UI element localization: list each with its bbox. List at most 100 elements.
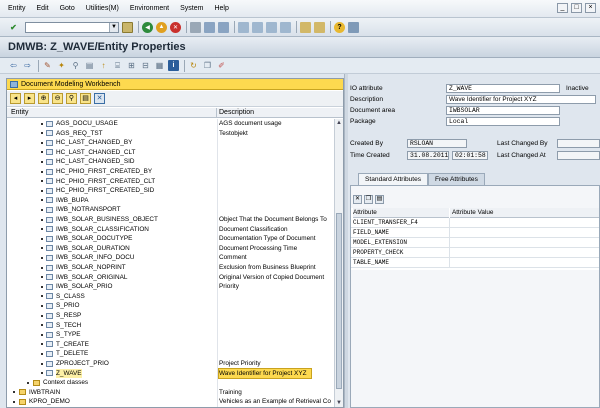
tree-scrollbar[interactable]: ▲ ▼: [334, 119, 343, 407]
menu-environment[interactable]: Environment: [130, 5, 169, 12]
tree-node-bullet-icon[interactable]: [41, 324, 43, 327]
find-next-icon[interactable]: [218, 21, 229, 33]
tree-node-bullet-icon[interactable]: [41, 343, 43, 346]
hierarchy-icon[interactable]: ⌸: [112, 60, 123, 71]
attribute-row[interactable]: MODEL_EXTENSION: [351, 238, 599, 248]
scroll-up-icon[interactable]: ▲: [335, 119, 343, 127]
tree-node-bullet-icon[interactable]: [41, 170, 43, 173]
info-icon[interactable]: i: [168, 60, 179, 71]
tab-standard-attributes[interactable]: Standard Attributes: [358, 173, 429, 185]
tree-row[interactable]: IWB_SOLAR_DURATION Document Processing Ti…: [7, 243, 333, 254]
package-field[interactable]: Local: [446, 117, 560, 126]
attribute-value-cell[interactable]: [452, 248, 597, 257]
description-field[interactable]: Wave Identifier for Project XYZ: [446, 95, 596, 104]
tree-node-bullet-icon[interactable]: [41, 180, 43, 183]
tree-row[interactable]: S_CLASS: [7, 291, 333, 302]
structure-icon[interactable]: ⊞: [126, 60, 137, 71]
copy-icon[interactable]: ❐: [202, 60, 213, 71]
menu-help[interactable]: Help: [214, 5, 228, 12]
tree-row[interactable]: IWB_SOLAR_BUSINESS_OBJECT Object That the…: [7, 215, 333, 225]
attribute-value-cell[interactable]: [452, 238, 597, 247]
help-icon[interactable]: ?: [334, 21, 345, 33]
scroll-down-icon[interactable]: ▼: [335, 399, 343, 407]
arrow-right-icon[interactable]: ⇨: [22, 60, 33, 71]
column-entity[interactable]: Entity: [11, 109, 29, 116]
tree-row[interactable]: S_RESP: [7, 311, 333, 321]
menu-goto[interactable]: Goto: [60, 5, 75, 12]
tree-row[interactable]: HC_PHIO_FIRST_CREATED_SID: [7, 186, 333, 196]
paste-icon[interactable]: ▤: [375, 195, 384, 204]
enter-icon[interactable]: ✔: [8, 22, 19, 33]
attribute-row[interactable]: CLIENT_TRANSFER_F4: [351, 218, 599, 228]
refresh-icon[interactable]: ↻: [188, 60, 199, 71]
tree-node-bullet-icon[interactable]: [13, 400, 15, 403]
tree-row[interactable]: AGS_REQ_TST Testobjekt: [7, 128, 333, 139]
tree-row[interactable]: IWB_SOLAR_NOPRINT Exclusion from Business…: [7, 263, 333, 273]
tree-node-bullet-icon[interactable]: [41, 141, 43, 144]
maximize-icon[interactable]: □: [571, 3, 582, 13]
attribute-row[interactable]: FIELD_NAME: [351, 228, 599, 238]
cancel-icon[interactable]: ✕: [170, 21, 181, 33]
tree-row[interactable]: KPRO_DEMO Vehicles as an Example of Retri…: [7, 397, 333, 407]
close-icon[interactable]: ✕: [94, 93, 105, 104]
tree-row[interactable]: HC_LAST_CHANGED_BY: [7, 138, 333, 148]
tree-node-bullet-icon[interactable]: [41, 276, 43, 279]
new-session-icon[interactable]: [300, 21, 311, 33]
tree-node-bullet-icon[interactable]: [41, 352, 43, 355]
attribute-row[interactable]: TABLE_NAME: [351, 258, 599, 268]
tree-node-bullet-icon[interactable]: [41, 199, 43, 202]
tree-row[interactable]: IWB_SOLAR_DOCUTYPE Documentation Type of …: [7, 234, 333, 244]
column-attribute[interactable]: Attribute: [353, 208, 449, 218]
shortcut-icon[interactable]: [314, 21, 325, 33]
tree-row[interactable]: HC_LAST_CHANGED_CLT: [7, 147, 333, 158]
save-icon[interactable]: [122, 21, 133, 33]
object-list-icon[interactable]: ▤: [84, 60, 95, 71]
tree-row[interactable]: S_TECH: [7, 320, 333, 331]
tree-node-bullet-icon[interactable]: [41, 132, 43, 135]
tree-node-bullet-icon[interactable]: [41, 237, 43, 240]
settings-icon[interactable]: ▦: [154, 60, 165, 71]
tree-node-bullet-icon[interactable]: [41, 295, 43, 298]
previous-page-icon[interactable]: [252, 21, 263, 33]
print-icon[interactable]: ▤: [80, 93, 91, 104]
exit-icon[interactable]: ▲: [156, 21, 167, 33]
tab-free-attributes[interactable]: Free Attributes: [428, 173, 485, 185]
tree-node-bullet-icon[interactable]: [41, 304, 43, 307]
attribute-row[interactable]: PROPERTY_CHECK: [351, 248, 599, 258]
tree-row[interactable]: Z_WAVE Wave Identifier for Project XYZ: [7, 367, 333, 380]
attribute-value-cell[interactable]: [452, 218, 597, 227]
print-icon[interactable]: [190, 21, 201, 33]
tree-node-bullet-icon[interactable]: [41, 160, 43, 163]
where-used-icon[interactable]: ↑: [98, 60, 109, 71]
tree-row[interactable]: IWB_SOLAR_PRIO Priority: [7, 282, 333, 292]
tree-node-bullet-icon[interactable]: [41, 247, 43, 250]
document-area-field[interactable]: IWBSOLAR: [446, 106, 560, 115]
tree-row[interactable]: HC_PHIO_FIRST_CREATED_BY: [7, 167, 333, 177]
tree-row[interactable]: Context classes: [7, 378, 333, 388]
tree-row[interactable]: IWB_SOLAR_INFO_DOCU Comment: [7, 253, 333, 263]
tree-node-bullet-icon[interactable]: [41, 372, 43, 375]
next-page-icon[interactable]: [266, 21, 277, 33]
arrow-left-icon[interactable]: ⇦: [8, 60, 19, 71]
activate-icon[interactable]: ✦: [56, 60, 67, 71]
tree-node-bullet-icon[interactable]: [41, 208, 43, 211]
tree-node-bullet-icon[interactable]: [41, 285, 43, 288]
attribute-value-cell[interactable]: [452, 228, 597, 237]
tree-node-bullet-icon[interactable]: [41, 218, 43, 221]
chevron-down-icon[interactable]: ▼: [109, 22, 118, 32]
attribute-value-cell[interactable]: [452, 258, 597, 267]
tree-node-bullet-icon[interactable]: [41, 362, 43, 365]
tree-row[interactable]: IWB_BUPA: [7, 195, 333, 206]
display-change-icon[interactable]: ✎: [42, 60, 53, 71]
search-icon[interactable]: ⚲: [66, 93, 77, 104]
back-icon[interactable]: ◂: [10, 93, 21, 104]
tree-row[interactable]: HC_LAST_CHANGED_SID: [7, 157, 333, 167]
tree-node-bullet-icon[interactable]: [41, 122, 43, 125]
tree-node-bullet-icon[interactable]: [41, 256, 43, 259]
io-attribute-field[interactable]: Z_WAVE: [446, 84, 560, 93]
collapse-icon[interactable]: ⊖: [52, 93, 63, 104]
tree-node-bullet-icon[interactable]: [13, 391, 15, 394]
tree-node-bullet-icon[interactable]: [41, 151, 43, 154]
first-page-icon[interactable]: [238, 21, 249, 33]
tree-node-bullet-icon[interactable]: [41, 228, 43, 231]
